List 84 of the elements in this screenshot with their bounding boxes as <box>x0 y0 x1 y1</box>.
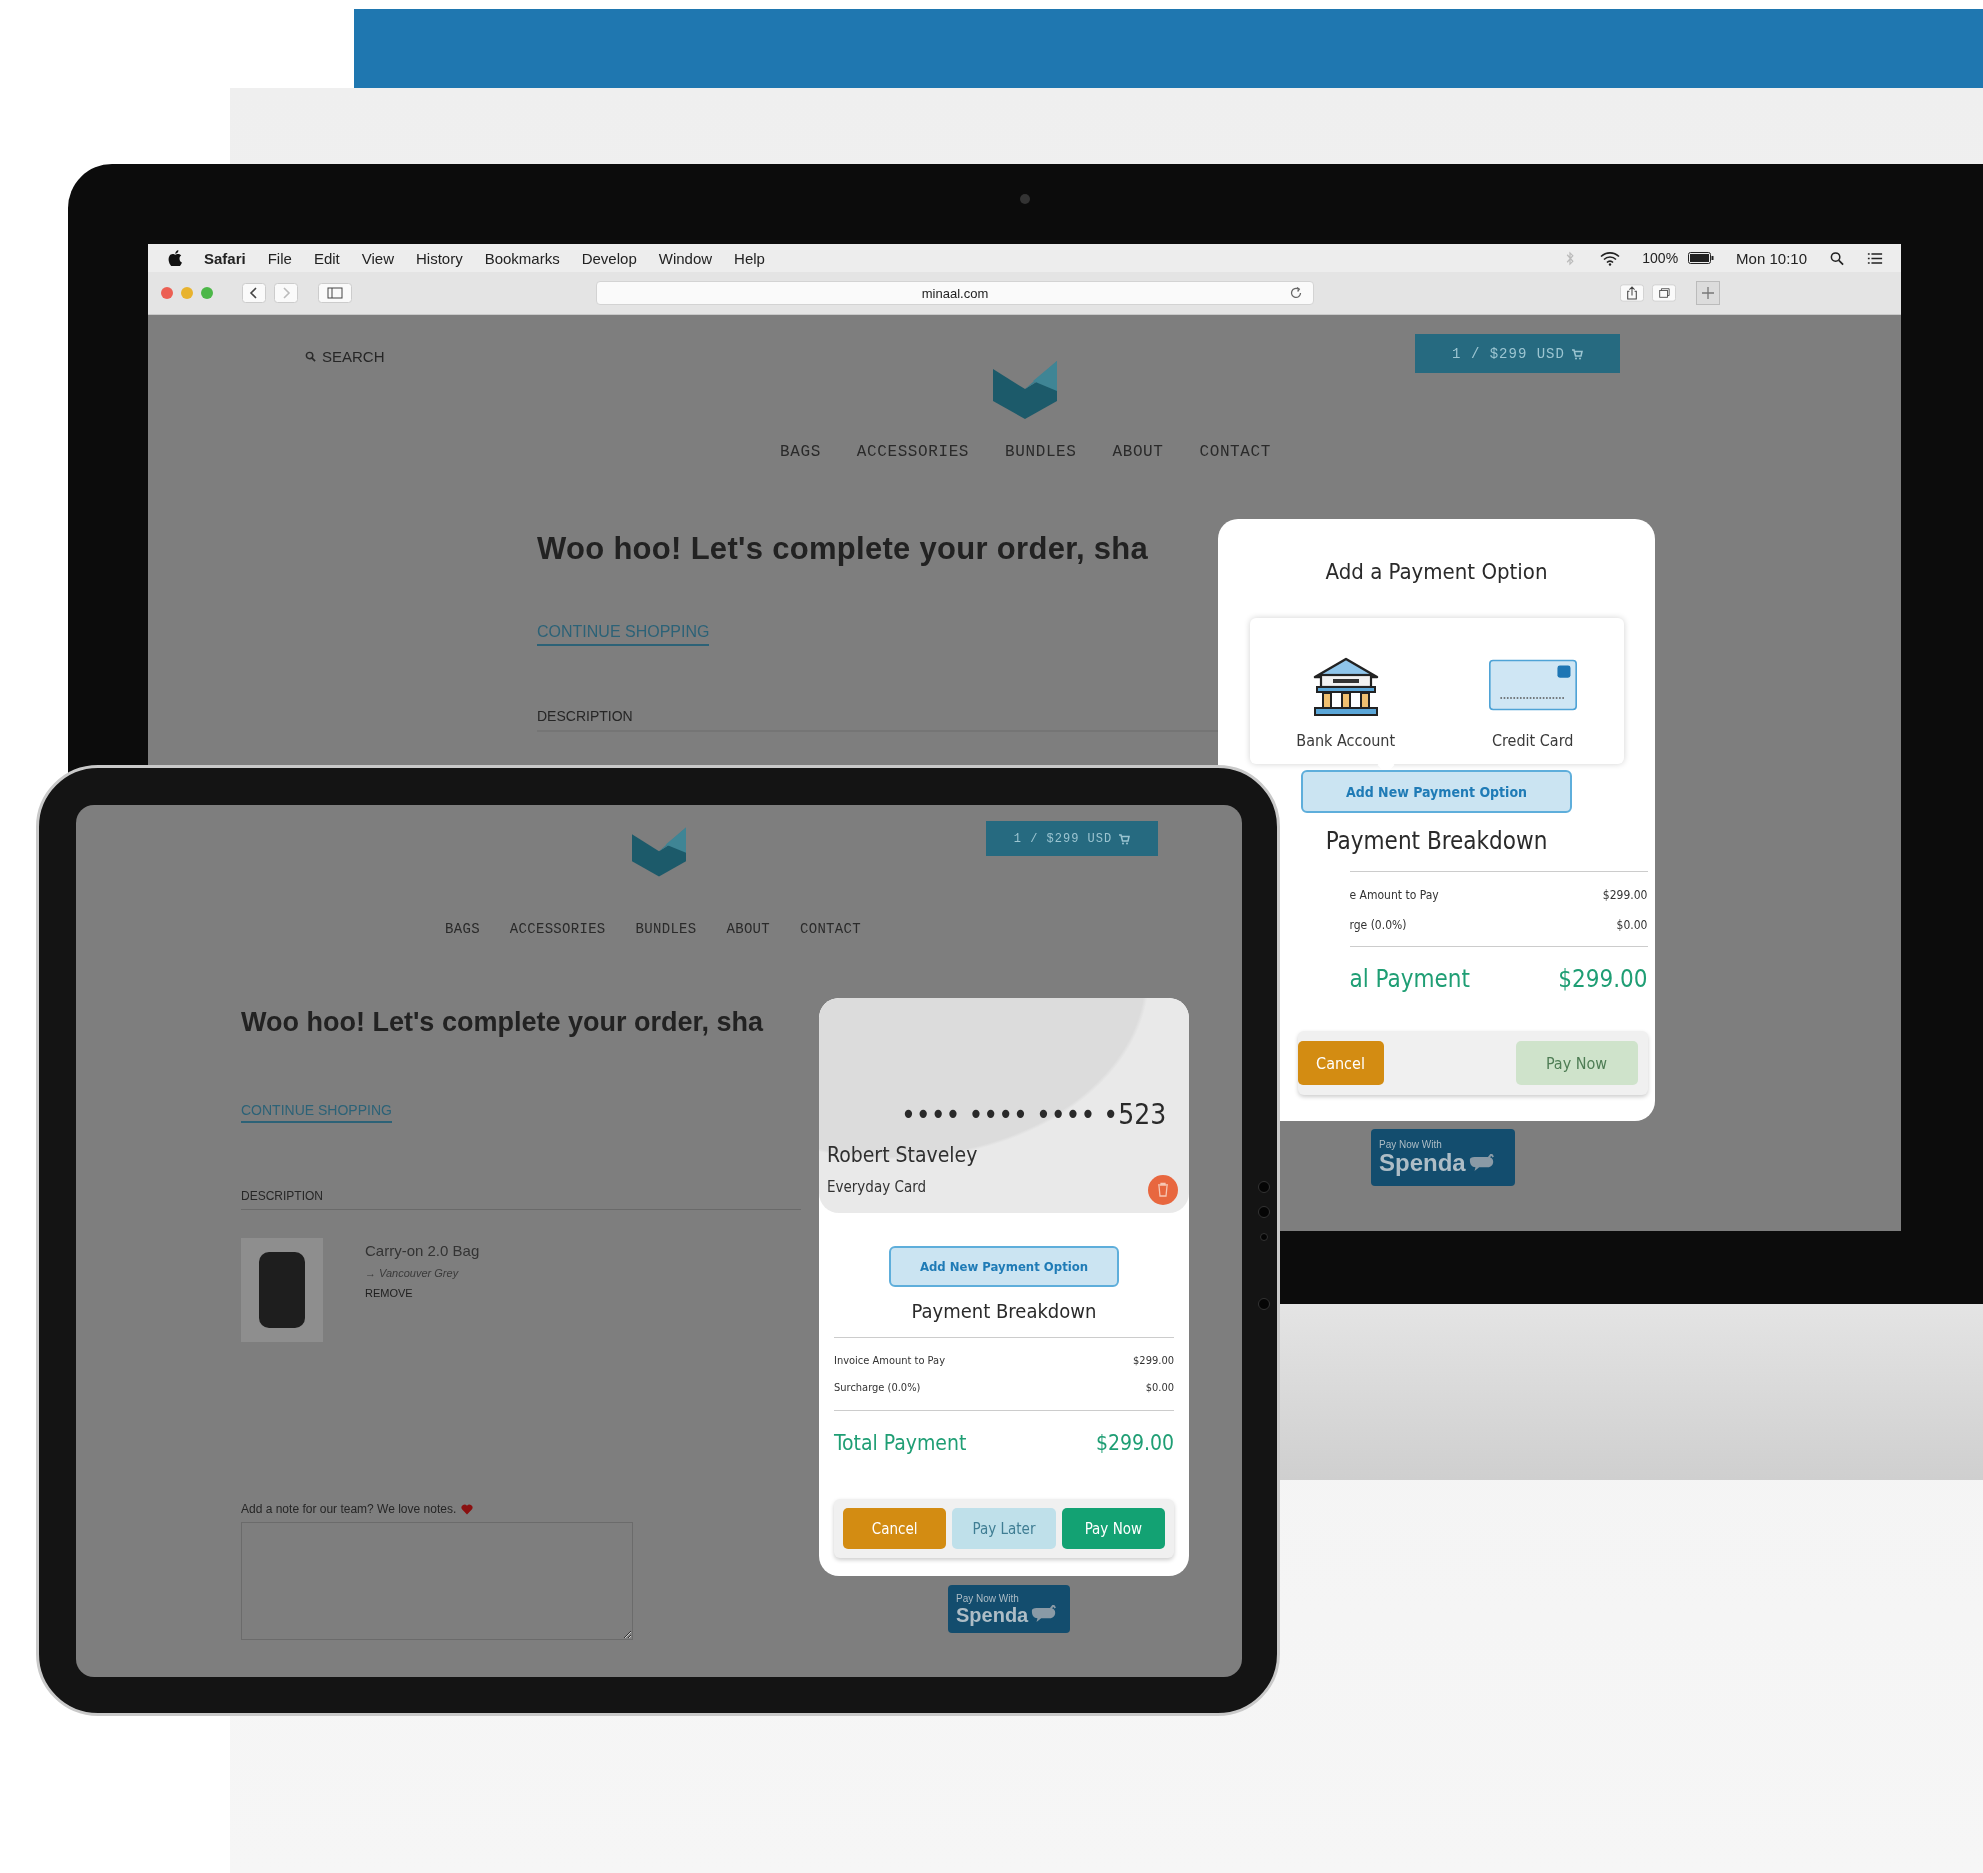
card-holder: Robert Staveley <box>827 1143 978 1167</box>
list-icon[interactable] <box>1867 250 1883 266</box>
back-icon[interactable] <box>242 283 266 303</box>
total-value: $299.00 <box>1558 965 1648 993</box>
nav-link[interactable]: ACCESSORIES <box>856 443 970 461</box>
payment-option[interactable]: Bank Account <box>1296 657 1396 750</box>
cart-button[interactable]: 1 / $299 USD <box>1415 334 1620 373</box>
nav-link[interactable]: BUNDLES <box>635 921 697 937</box>
heart-icon <box>461 1503 474 1515</box>
add-payment-option-button[interactable]: Add New Payment Option <box>1301 770 1572 813</box>
reload-icon[interactable] <box>1289 286 1303 300</box>
menu-item[interactable]: Bookmarks <box>484 249 560 267</box>
menu-item[interactable]: Window <box>658 249 713 267</box>
card-nickname: Everyday Card <box>827 1178 926 1196</box>
breakdown-title: Payment Breakdown <box>1325 827 1548 855</box>
breakdown-value: $299.00 <box>1133 1354 1174 1367</box>
tabs-icon[interactable] <box>1652 283 1676 303</box>
nav-link[interactable]: ACCESSORIES <box>509 921 606 937</box>
nav-link[interactable]: ABOUT <box>726 921 770 937</box>
webcam-icon <box>1020 194 1030 204</box>
note-label: Add a note for our team? We love notes. <box>241 1502 457 1516</box>
sidebar-icon[interactable] <box>318 283 352 303</box>
sensor-icon <box>1258 1298 1270 1310</box>
spenda-badge[interactable]: Pay Now With Spenda <box>1371 1129 1515 1186</box>
nav-link[interactable]: BUNDLES <box>1005 443 1077 461</box>
battery-percentage: 100% <box>1642 250 1679 266</box>
menu-item[interactable]: Help <box>734 249 765 267</box>
cart-button[interactable]: 1 / $299 USD <box>986 821 1158 856</box>
payment-option[interactable]: Credit Card <box>1488 659 1577 750</box>
product-variant: → Vancouver Grey <box>365 1267 460 1279</box>
total-label: al Payment <box>1349 965 1470 993</box>
breakdown-title: Payment Breakdown <box>911 1299 1097 1323</box>
card-number: •••• •••• •••• •523 <box>901 1098 1167 1131</box>
breakdown-label: e Amount to Pay <box>1349 888 1439 902</box>
battery-icon[interactable] <box>1688 252 1715 264</box>
sensor-icon <box>1258 1206 1270 1218</box>
menu-item[interactable]: Develop <box>581 249 637 267</box>
modal-button[interactable]: Cancel <box>843 1508 947 1549</box>
nav-link[interactable]: BAGS <box>780 443 821 461</box>
cart-icon[interactable] <box>1570 347 1583 360</box>
modal-title: Add a Payment Option <box>1325 559 1548 584</box>
breakdown-label: rge (0.0%) <box>1349 918 1407 932</box>
product-name: Carry-on 2.0 Bag <box>365 1242 480 1259</box>
address-bar[interactable]: minaal.com <box>596 281 1314 305</box>
wifi-icon[interactable] <box>1600 250 1621 266</box>
column-header: DESCRIPTION <box>241 1189 801 1210</box>
spenda-badge[interactable]: Pay Now With Spenda <box>948 1585 1070 1633</box>
search-link[interactable]: SEARCH <box>305 348 385 365</box>
new-tab-icon[interactable] <box>1696 281 1720 305</box>
total-value: $299.00 <box>1095 1431 1174 1455</box>
breakdown-value: $0.00 <box>1616 918 1648 932</box>
cart-icon[interactable] <box>1118 832 1131 845</box>
sensor-icon <box>1258 1181 1270 1193</box>
total-label: Total Payment <box>834 1431 967 1455</box>
search-icon[interactable] <box>1829 250 1845 266</box>
logo-icon[interactable] <box>992 361 1057 419</box>
saved-card-panel[interactable]: •••• •••• •••• •523 Robert Staveley Everyday Card <box>819 998 1189 1213</box>
apple-logo-icon[interactable] <box>168 250 182 266</box>
menu-app-name[interactable]: Safari <box>204 249 246 267</box>
nav-link[interactable]: CONTACT <box>1199 443 1271 461</box>
credit-card-icon <box>1488 659 1577 711</box>
sensor-icon <box>1260 1233 1268 1241</box>
menu-item[interactable]: File <box>267 249 292 267</box>
logo-icon[interactable] <box>632 827 686 877</box>
menu-item[interactable]: Edit <box>313 249 340 267</box>
menu-clock: Mon 10:10 <box>1736 249 1807 267</box>
breakdown-label: Invoice Amount to Pay <box>834 1354 945 1367</box>
page-heading: Woo hoo! Let's complete your order, sha <box>537 531 1150 567</box>
note-input-field[interactable] <box>241 1522 633 1640</box>
share-icon[interactable] <box>1620 283 1644 303</box>
nav-link[interactable]: CONTACT <box>800 921 861 937</box>
nav-link[interactable]: BAGS <box>445 921 480 937</box>
page-heading: Woo hoo! Let's complete your order, sha <box>241 1007 765 1038</box>
menu-item[interactable]: History <box>416 249 463 267</box>
breakdown-value: $0.00 <box>1145 1381 1174 1394</box>
modal-button[interactable]: Cancel <box>1297 1041 1384 1085</box>
trash-icon[interactable] <box>1148 1175 1178 1205</box>
menu-item[interactable]: View <box>361 249 394 267</box>
remove-link[interactable]: REMOVE <box>365 1287 480 1299</box>
modal-button[interactable]: Pay Now <box>1061 1508 1165 1549</box>
add-payment-option-button[interactable]: Add New Payment Option <box>889 1246 1119 1287</box>
breakdown-label: Surcharge (0.0%) <box>834 1381 921 1394</box>
nav-link[interactable]: ABOUT <box>1112 443 1164 461</box>
breakdown-value: $299.00 <box>1602 888 1648 902</box>
